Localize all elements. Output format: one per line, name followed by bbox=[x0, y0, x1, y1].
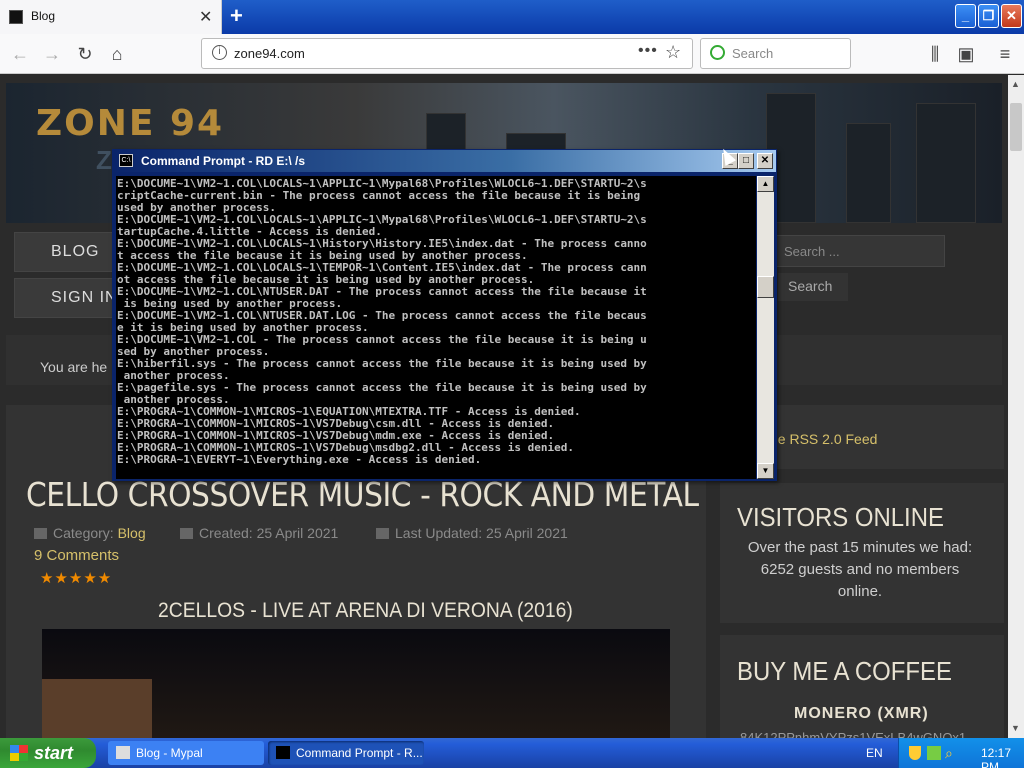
video-player[interactable] bbox=[42, 629, 670, 738]
bookmark-star-icon[interactable]: ☆ bbox=[665, 42, 681, 63]
coffee-heading: BUY ME A COFFEE bbox=[737, 656, 952, 686]
building-shape bbox=[846, 123, 891, 223]
video-title: 2CELLOS - LIVE AT ARENA DI VERONA (2016) bbox=[158, 599, 573, 622]
menu-sign-in-label: SIGN IN bbox=[51, 289, 118, 306]
restore-button[interactable]: ❐ bbox=[978, 4, 999, 28]
article-updated: Last Updated: 25 April 2021 bbox=[376, 525, 568, 541]
command-prompt-window[interactable]: C:\ Command Prompt - RD E:\ /s _ □ ✕ E:\… bbox=[112, 149, 777, 481]
scroll-thumb[interactable] bbox=[1010, 103, 1022, 151]
category-label: Category: bbox=[53, 525, 114, 541]
scroll-up-icon[interactable]: ▲ bbox=[1011, 79, 1020, 89]
category-link[interactable]: Blog bbox=[118, 525, 146, 541]
cmd-icon bbox=[276, 746, 290, 759]
forward-icon[interactable]: → bbox=[39, 41, 65, 67]
windows-logo-icon bbox=[10, 745, 28, 761]
rating-stars[interactable]: ★★★★★ bbox=[40, 569, 112, 587]
comments-link[interactable]: 9 Comments bbox=[34, 547, 119, 564]
browser-nav-bar: ← → ↻ ⌂ i zone94.com ••• ☆ Search ⫼ ▣ ≡ bbox=[0, 34, 1024, 74]
sidebar-icon[interactable]: ▣ bbox=[953, 41, 979, 67]
minimize-button[interactable]: _ bbox=[955, 4, 976, 28]
clock[interactable]: 12:17 PM bbox=[981, 746, 1024, 768]
browser-tab[interactable]: Blog ✕ bbox=[0, 0, 222, 34]
browser-search-field[interactable]: Search bbox=[700, 38, 851, 69]
cmd-output[interactable]: E:\DOCUME~1\VM2~1.COL\LOCALS~1\APPLIC~1\… bbox=[116, 176, 756, 479]
article-created: Created: 25 April 2021 bbox=[180, 525, 338, 541]
cmd-title-bar[interactable]: C:\ Command Prompt - RD E:\ /s _ □ ✕ bbox=[113, 150, 776, 172]
url-text[interactable]: zone94.com bbox=[234, 46, 305, 61]
security-shield-icon[interactable] bbox=[909, 746, 921, 760]
cmd-title: Command Prompt - RD E:\ /s bbox=[141, 154, 306, 168]
browser-tab-bar: Blog ✕ + _ ❐ ✕ bbox=[0, 0, 1024, 34]
page-actions-button[interactable]: ••• bbox=[638, 42, 658, 60]
cmd-icon: C:\ bbox=[119, 154, 133, 167]
search-engine-icon bbox=[710, 45, 725, 60]
visitors-heading: VISITORS ONLINE bbox=[737, 502, 944, 532]
hamburger-menu-icon[interactable]: ≡ bbox=[992, 41, 1018, 67]
article-category: Category: Blog bbox=[34, 525, 146, 541]
back-icon[interactable]: ← bbox=[7, 41, 33, 67]
start-label: start bbox=[34, 743, 74, 763]
cmd-maximize-button[interactable]: □ bbox=[738, 153, 754, 169]
browser-search-placeholder: Search bbox=[732, 46, 774, 61]
cmd-scroll-down-icon[interactable]: ▼ bbox=[757, 463, 774, 479]
site-search-button[interactable]: Search bbox=[778, 273, 848, 301]
site-search-input[interactable]: Search ... bbox=[773, 235, 945, 267]
taskbar-item-cmd[interactable]: Command Prompt - R... bbox=[268, 741, 424, 765]
home-icon[interactable]: ⌂ bbox=[104, 41, 130, 67]
cmd-close-button[interactable]: ✕ bbox=[757, 153, 773, 169]
language-indicator[interactable]: EN bbox=[866, 746, 883, 760]
browser-icon bbox=[116, 746, 130, 759]
taskbar: start Blog - Mypal Command Prompt - R...… bbox=[0, 738, 1024, 768]
created-date: Created: 25 April 2021 bbox=[199, 525, 339, 541]
page-scrollbar[interactable]: ▲ ▼ bbox=[1008, 75, 1024, 738]
scroll-down-icon[interactable]: ▼ bbox=[1011, 723, 1020, 733]
start-button[interactable]: start bbox=[0, 738, 96, 768]
monero-address[interactable]: 84K12PPnhmVYPzs1VExLB4wGNQx1 bbox=[740, 730, 966, 738]
cmd-scroll-up-icon[interactable]: ▲ bbox=[757, 176, 774, 192]
site-favicon-icon bbox=[9, 10, 23, 24]
cmd-scroll-thumb[interactable] bbox=[757, 276, 774, 298]
taskbar-item-label: Command Prompt - R... bbox=[296, 746, 423, 760]
monero-label: MONERO (XMR) bbox=[794, 705, 929, 722]
info-icon[interactable]: i bbox=[212, 45, 227, 60]
library-icon[interactable]: ⫼ bbox=[922, 41, 948, 67]
tab-title: Blog bbox=[31, 9, 56, 23]
network-icon[interactable] bbox=[927, 746, 941, 760]
building-shape bbox=[916, 103, 976, 223]
visitors-text: Over the past 15 minutes we had: 6252 gu… bbox=[747, 539, 973, 600]
site-logo[interactable]: ZONE 94 bbox=[36, 103, 224, 144]
rss-link[interactable]: ge RSS 2.0 Feed bbox=[770, 431, 877, 447]
updated-date: Last Updated: 25 April 2021 bbox=[395, 525, 568, 541]
system-tray: ⌕ 12:17 PM bbox=[898, 738, 1024, 768]
cmd-scrollbar[interactable]: ▲ ▼ bbox=[757, 176, 774, 479]
reload-icon[interactable]: ↻ bbox=[72, 41, 98, 67]
taskbar-item-label: Blog - Mypal bbox=[136, 746, 203, 760]
video-thumbnail-arena bbox=[42, 679, 152, 738]
menu-blog-label: BLOG bbox=[51, 243, 100, 260]
close-tab-icon[interactable]: ✕ bbox=[199, 7, 212, 27]
cmd-line: E:\PROGRA~1\EVERYT~1\Everything.exe - Ac… bbox=[117, 453, 482, 466]
folder-icon bbox=[34, 528, 47, 539]
search-icon[interactable]: ⌕ bbox=[945, 745, 953, 762]
taskbar-item-browser[interactable]: Blog - Mypal bbox=[108, 741, 264, 765]
window-close-button[interactable]: ✕ bbox=[1001, 4, 1022, 28]
breadcrumb-text: You are he bbox=[40, 359, 108, 375]
url-bar[interactable]: i zone94.com ••• ☆ bbox=[201, 38, 693, 69]
calendar-icon bbox=[376, 528, 389, 539]
new-tab-button[interactable]: + bbox=[230, 3, 243, 29]
calendar-icon bbox=[180, 528, 193, 539]
